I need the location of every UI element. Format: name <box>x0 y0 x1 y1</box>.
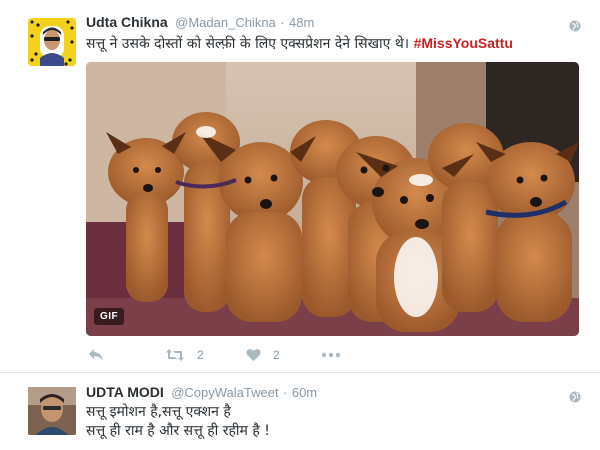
globe-icon <box>569 390 581 403</box>
tweet-line-1: सत्तू इमोशन है,सत्तू एक्शन है <box>86 404 231 420</box>
tweet-line-2: सत्तू ही राम है और सत्तू ही रहीम है ! <box>86 423 270 439</box>
like-icon[interactable] <box>246 348 261 362</box>
avatar[interactable] <box>28 387 76 435</box>
retweet-icon[interactable] <box>165 348 185 362</box>
author-handle[interactable]: @Madan_Chikna <box>175 15 276 30</box>
like-button[interactable]: 2 <box>246 344 280 366</box>
avatar[interactable] <box>28 18 76 66</box>
retweet-count: 2 <box>197 348 204 362</box>
author-handle[interactable]: @CopyWalaTweet <box>171 385 278 400</box>
retweet-button[interactable]: 2 <box>165 344 204 366</box>
tweet[interactable]: UDTA MODI @CopyWalaTweet · 60m सत्तू इमो… <box>0 373 600 450</box>
reply-icon[interactable] <box>88 348 104 362</box>
separator: · <box>280 15 285 30</box>
author-name[interactable]: UDTA MODI <box>86 384 164 400</box>
puppies-image <box>86 62 579 336</box>
separator: · <box>283 385 288 400</box>
timestamp[interactable]: 48m <box>289 15 314 30</box>
tweet[interactable]: Udta Chikna @Madan_Chikna · 48m सत्तू ने… <box>0 0 600 373</box>
gif-media[interactable]: GIF <box>86 62 579 336</box>
tweet-text: सत्तू ने उसके दोस्तों को सेल्फ़ी के लिए … <box>86 34 513 54</box>
like-count: 2 <box>273 348 280 362</box>
gif-badge: GIF <box>94 308 125 325</box>
tweet-header: UDTA MODI @CopyWalaTweet · 60m <box>86 384 317 402</box>
tweet-body: सत्तू ने उसके दोस्तों को सेल्फ़ी के लिए … <box>86 36 410 52</box>
hashtag-link[interactable]: #MissYouSattu <box>414 35 513 51</box>
reply-button[interactable] <box>88 344 104 366</box>
tweet-text: सत्तू इमोशन है,सत्तू एक्शन है सत्तू ही र… <box>86 403 270 441</box>
globe-icon <box>569 19 581 32</box>
tweet-header: Udta Chikna @Madan_Chikna · 48m <box>86 14 314 32</box>
more-button[interactable] <box>321 344 341 366</box>
tweet-actions: 2 2 <box>88 344 388 366</box>
timestamp[interactable]: 60m <box>292 385 317 400</box>
more-icon[interactable] <box>321 352 341 358</box>
author-name[interactable]: Udta Chikna <box>86 14 168 30</box>
